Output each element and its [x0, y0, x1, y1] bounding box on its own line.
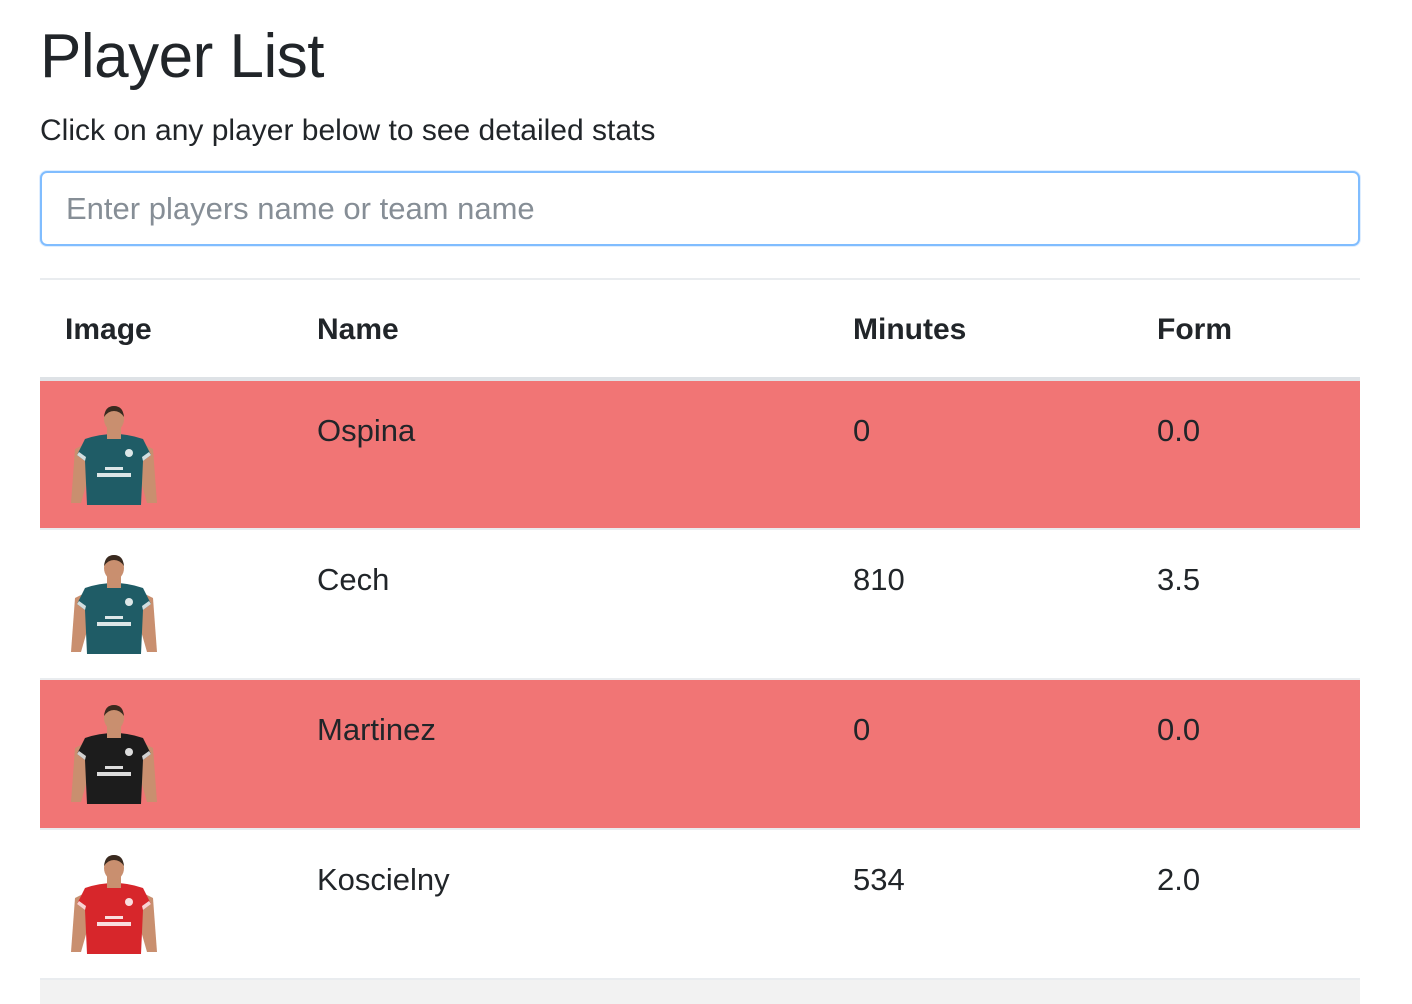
column-header-minutes: Minutes	[853, 312, 967, 346]
player-name: Martinez	[317, 712, 436, 747]
player-minutes: 0	[853, 712, 871, 747]
player-image-cell	[40, 529, 292, 679]
player-image-cell	[40, 379, 292, 529]
player-minutes: 0	[853, 413, 871, 448]
player-name: Cech	[317, 562, 390, 597]
player-form: 0.0	[1157, 712, 1201, 747]
column-header-name: Name	[317, 312, 399, 346]
table-row[interactable]: Ospina 0 0.0	[40, 379, 1360, 529]
player-name: Ospina	[317, 413, 416, 448]
player-table: Image Name Minutes Form Ospina 0 0.0 Cec…	[40, 278, 1360, 980]
table-next-row-partial	[40, 978, 1360, 1004]
table-header-row: Image Name Minutes Form	[40, 279, 1360, 379]
column-header-form: Form	[1157, 312, 1232, 346]
player-photo	[71, 406, 157, 505]
table-row[interactable]: Koscielny 534 2.0	[40, 829, 1360, 979]
player-minutes: 810	[853, 562, 905, 597]
page-subtitle: Click on any player below to see detaile…	[40, 114, 656, 147]
player-form: 3.5	[1157, 562, 1201, 597]
player-image-cell	[40, 829, 292, 979]
player-image-cell	[40, 679, 292, 829]
table-row[interactable]: Cech 810 3.5	[40, 529, 1360, 679]
player-form: 2.0	[1157, 862, 1201, 897]
player-list-page: Player List Click on any player below to…	[0, 0, 1412, 1004]
page-title: Player List	[40, 22, 324, 91]
column-header-image: Image	[65, 312, 152, 346]
player-photo	[71, 705, 157, 804]
table-row[interactable]: Martinez 0 0.0	[40, 679, 1360, 829]
player-name: Koscielny	[317, 862, 450, 897]
player-form: 0.0	[1157, 413, 1201, 448]
player-photo	[71, 555, 157, 654]
player-photo	[71, 855, 157, 954]
search-input[interactable]	[40, 171, 1360, 246]
player-minutes: 534	[853, 862, 905, 897]
